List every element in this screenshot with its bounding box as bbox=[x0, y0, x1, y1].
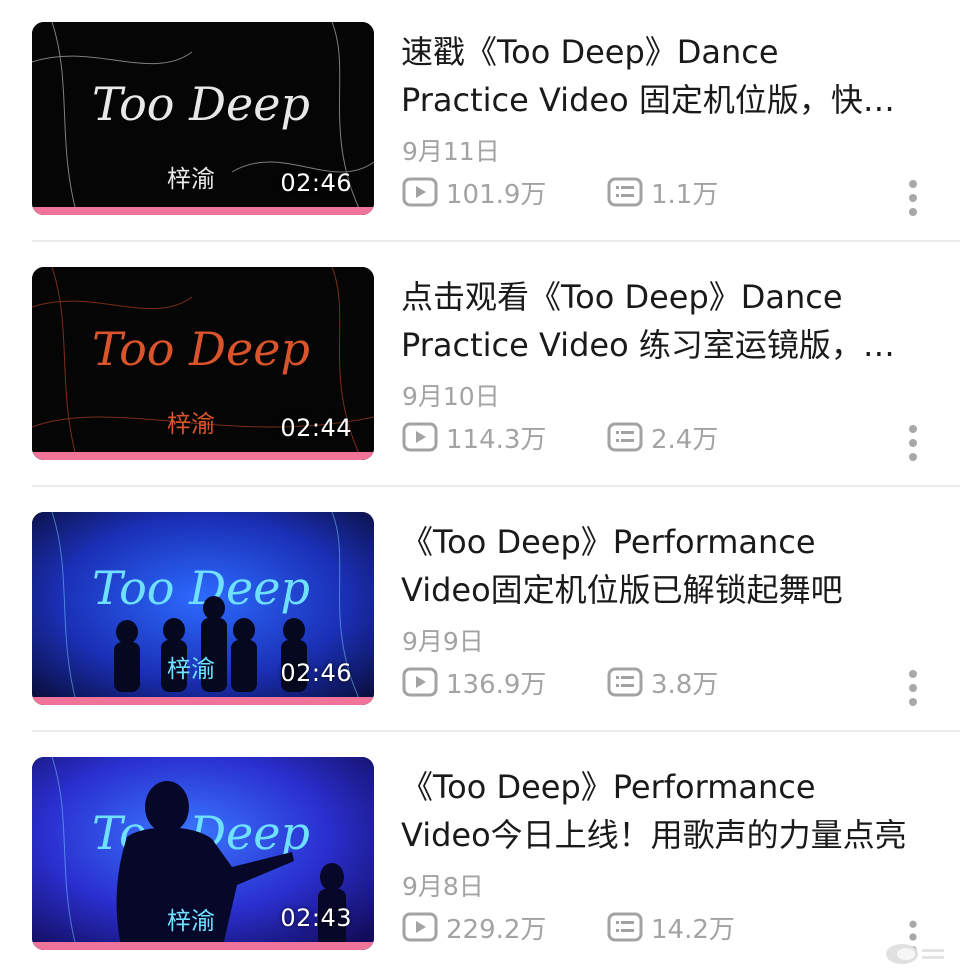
danmaku-count-icon bbox=[607, 667, 643, 697]
divider bbox=[32, 485, 960, 487]
video-title[interactable]: 速戳《Too Deep》Dance Practice Video 固定机位版，快… bbox=[401, 28, 911, 128]
danmaku-count-value: 1.1万 bbox=[651, 179, 719, 210]
danmaku-count-value: 2.4万 bbox=[651, 424, 719, 455]
video-item[interactable]: Too Deep 梓渝 02:46 速戳《Too Deep》Dance Prac… bbox=[0, 0, 960, 245]
thumbnail-title-art: Too Deep bbox=[92, 77, 310, 131]
progress-bar bbox=[32, 942, 374, 950]
play-count-icon bbox=[402, 177, 438, 207]
progress-bar bbox=[32, 207, 374, 215]
progress-bar bbox=[32, 452, 374, 460]
thumbnail-signature: 梓渝 bbox=[167, 907, 215, 935]
danmaku-count-value: 3.8万 bbox=[651, 669, 719, 700]
progress-bar bbox=[32, 697, 374, 705]
thumbnail-title-art: Too Deep bbox=[92, 322, 310, 376]
video-thumbnail[interactable]: Too Deep 梓渝 02:44 bbox=[32, 267, 374, 460]
play-count-value: 114.3万 bbox=[446, 424, 547, 455]
video-duration: 02:46 bbox=[280, 169, 352, 197]
video-title[interactable]: 《Too Deep》Performance Video今日上线！用歌声的力量点亮 bbox=[401, 763, 911, 863]
danmaku-count: 2.4万 bbox=[607, 417, 718, 457]
video-duration: 02:43 bbox=[280, 904, 352, 932]
play-count-value: 229.2万 bbox=[446, 914, 547, 945]
video-title[interactable]: 点击观看《Too Deep》Dance Practice Video 练习室运镜… bbox=[401, 273, 911, 373]
thumbnail-signature: 梓渝 bbox=[167, 655, 215, 683]
watermark-logo-icon bbox=[886, 944, 944, 964]
thumbnail-signature: 梓渝 bbox=[167, 410, 215, 438]
video-thumbnail[interactable]: Too Deep 梓渝 02:43 bbox=[32, 757, 374, 950]
danmaku-count-icon bbox=[607, 422, 643, 452]
video-duration: 02:44 bbox=[280, 414, 352, 442]
divider bbox=[32, 240, 960, 242]
publish-date: 9月10日 bbox=[402, 382, 500, 411]
video-item[interactable]: Too Deep 梓渝 02:44 点击观看《Too Deep》Dance Pr… bbox=[0, 245, 960, 490]
danmaku-count-icon bbox=[607, 912, 643, 942]
play-count: 136.9万 bbox=[402, 662, 546, 702]
danmaku-count: 3.8万 bbox=[607, 662, 718, 702]
divider bbox=[32, 730, 960, 732]
play-count-icon bbox=[402, 422, 438, 452]
play-count-icon bbox=[402, 667, 438, 697]
video-thumbnail[interactable]: Too Deep 梓渝 02:46 bbox=[32, 512, 374, 705]
play-count: 114.3万 bbox=[402, 417, 546, 457]
video-thumbnail[interactable]: Too Deep 梓渝 02:46 bbox=[32, 22, 374, 215]
danmaku-count: 1.1万 bbox=[607, 172, 718, 212]
video-item[interactable]: Too Deep 梓渝 02:46 《Too Deep》Performance … bbox=[0, 490, 960, 735]
danmaku-count-icon bbox=[607, 177, 643, 207]
more-vertical-icon[interactable] bbox=[898, 421, 928, 465]
thumbnail-signature: 梓渝 bbox=[167, 165, 215, 193]
video-duration: 02:46 bbox=[280, 659, 352, 687]
play-count-icon bbox=[402, 912, 438, 942]
video-title[interactable]: 《Too Deep》Performance Video固定机位版已解锁起舞吧 bbox=[401, 518, 911, 618]
publish-date: 9月8日 bbox=[402, 872, 484, 901]
more-vertical-icon[interactable] bbox=[898, 666, 928, 710]
play-count: 229.2万 bbox=[402, 907, 546, 947]
publish-date: 9月9日 bbox=[402, 627, 484, 656]
danmaku-count: 14.2万 bbox=[607, 907, 735, 947]
play-count: 101.9万 bbox=[402, 172, 546, 212]
more-vertical-icon[interactable] bbox=[898, 176, 928, 220]
play-count-value: 101.9万 bbox=[446, 179, 547, 210]
thumbnail-title-art: Too Deep bbox=[92, 561, 310, 615]
danmaku-count-value: 14.2万 bbox=[651, 914, 735, 945]
play-count-value: 136.9万 bbox=[446, 669, 547, 700]
publish-date: 9月11日 bbox=[402, 137, 500, 166]
video-item[interactable]: Too Deep 梓渝 02:43 《Too Deep》Performance … bbox=[0, 735, 960, 980]
